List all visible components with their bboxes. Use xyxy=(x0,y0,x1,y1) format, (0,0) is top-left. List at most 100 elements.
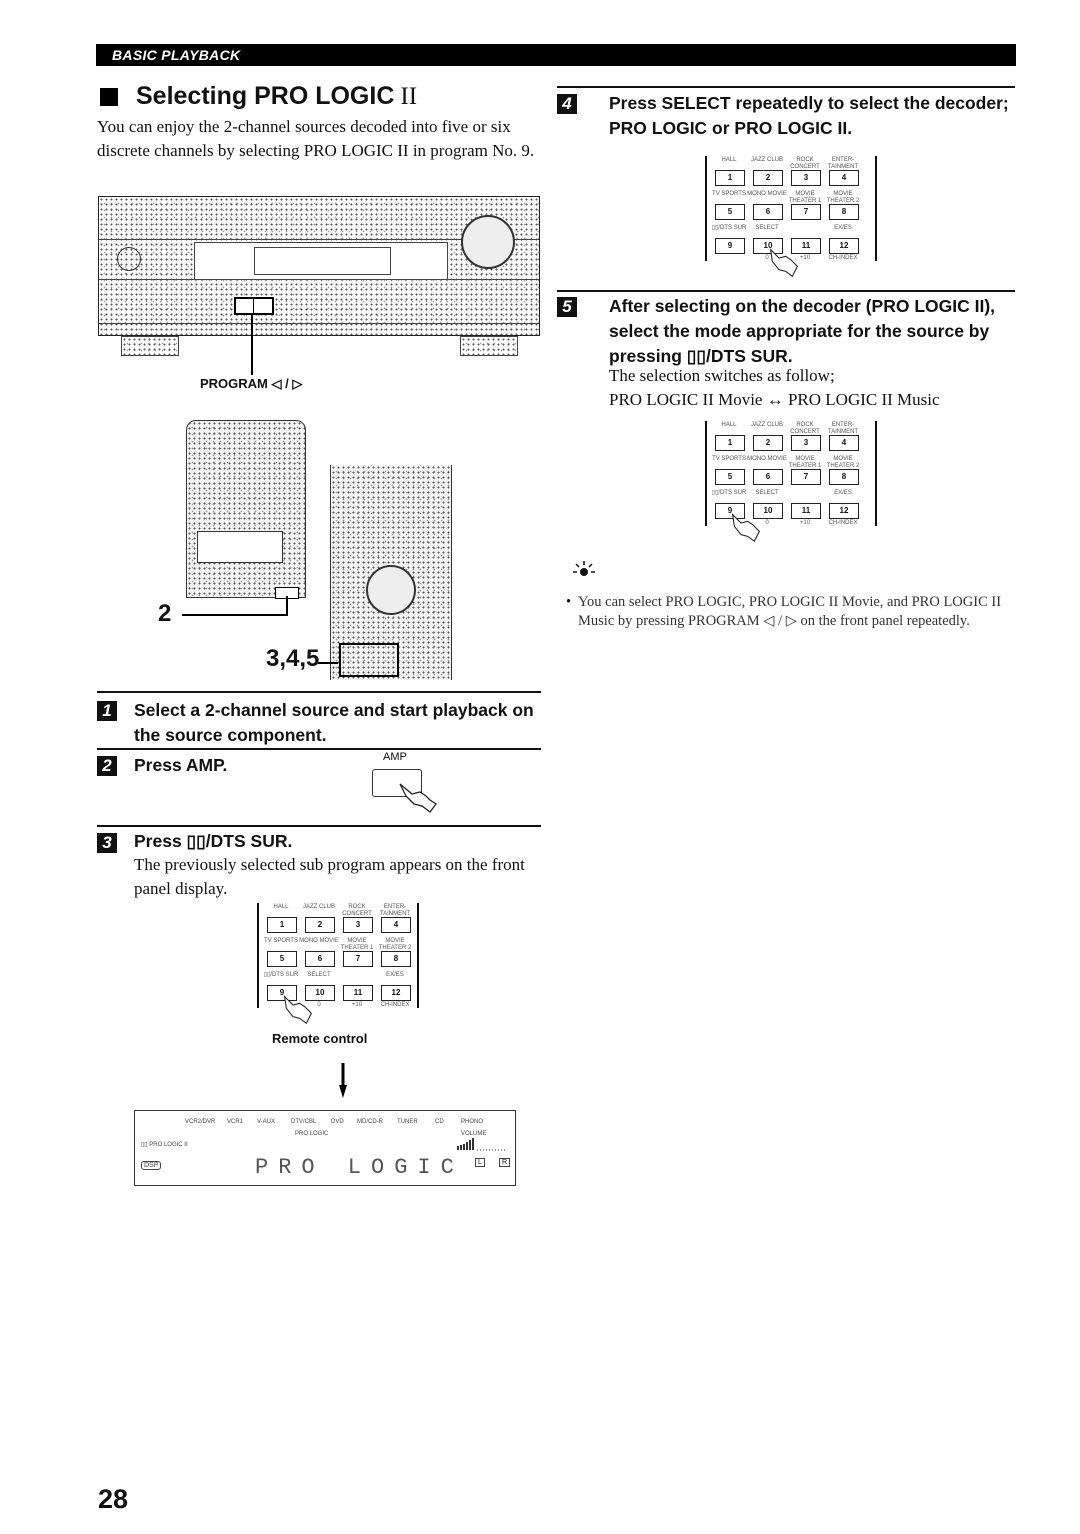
remote-caption: Remote control xyxy=(272,1031,368,1046)
intro-paragraph: You can enjoy the 2-channel sources deco… xyxy=(97,117,535,160)
callout-2-line-v xyxy=(286,596,288,616)
left-foot xyxy=(121,336,179,356)
key-label: SELECT xyxy=(755,490,779,496)
step-4-title: Press SELECT repeatedly to select the de… xyxy=(609,93,1009,138)
program-callout-line xyxy=(251,313,253,375)
right-foot xyxy=(460,336,518,356)
remote-bottom-illustration xyxy=(330,465,452,680)
step-3-rule xyxy=(97,825,541,827)
program-callout-label: PROGRAM ◁ / ▷ xyxy=(200,376,303,391)
keypad-key-5: 5 xyxy=(715,469,745,485)
keypad-key-7: 7 xyxy=(343,951,373,967)
program-button xyxy=(234,297,274,315)
keypad-key-1: 1 xyxy=(267,917,297,933)
keypad-key-12: 12 xyxy=(829,503,859,519)
step-5-rule xyxy=(557,290,1015,292)
step-5-title: After selecting on the decoder (PRO LOGI… xyxy=(609,296,996,366)
keypad-key-1: 1 xyxy=(715,170,745,186)
key-sublabel: CH-INDEX xyxy=(380,1002,410,1008)
step-1-rule xyxy=(97,691,541,693)
display-source-label: PHONO xyxy=(461,1119,484,1125)
step-2-rule xyxy=(97,748,541,750)
display-main-text: PRO LOGIC xyxy=(255,1155,464,1180)
keypad-key-1: 1 xyxy=(715,435,745,451)
keypad-key-5: 5 xyxy=(715,204,745,220)
display-source-label: VCR1 xyxy=(227,1119,244,1125)
keypad-border-right xyxy=(875,421,877,526)
keypad-key-8: 8 xyxy=(829,204,859,220)
keypad-key-6: 6 xyxy=(753,469,783,485)
key-label: ENTER-TAINMENT xyxy=(379,904,411,917)
keypad-key-12: 12 xyxy=(381,985,411,1001)
remote-keypad-step-3: HALL 1 JAZZ CLUB 2 ROCK CONCERT 3 ENTER-TAINME… xyxy=(257,903,419,1025)
section-header-bar: BASIC PLAYBACK xyxy=(96,44,1016,66)
step-5-body: The selection switches as follow; xyxy=(609,366,835,385)
remote-dpad xyxy=(366,565,416,615)
remote-keypad-step-4: HALL 1 JAZZ CLUB 2 ROCK CONCERT 3 ENTER-TAINME… xyxy=(705,156,877,278)
keypad-key-3: 3 xyxy=(791,170,821,186)
bullet-square-icon xyxy=(100,87,118,106)
hand-pointer-icon xyxy=(769,248,798,278)
key-label: EX/ES xyxy=(386,972,404,978)
keypad-key-5: 5 xyxy=(267,951,297,967)
keypad-key-7: 7 xyxy=(791,204,821,220)
key-label: ENTER-TAINMENT xyxy=(827,157,859,170)
power-knob xyxy=(117,247,141,271)
keypad-key-4: 4 xyxy=(829,435,859,451)
remote-highlight-box xyxy=(339,643,399,677)
keypad-key-4: 4 xyxy=(381,917,411,933)
remote-display xyxy=(197,531,283,563)
remote-top-illustration xyxy=(186,420,306,599)
keypad-key-6: 6 xyxy=(305,951,335,967)
front-display-lcd xyxy=(254,247,391,275)
page-title: Selecting PRO LOGIC II xyxy=(100,82,417,111)
volume-knob xyxy=(461,215,515,269)
step-4-rule xyxy=(557,86,1015,88)
keypad-key-3: 3 xyxy=(791,435,821,451)
step-5-body-2: PRO LOGIC II Movie ↔ PRO LOGIC II Music xyxy=(609,390,940,409)
arrow-down-icon xyxy=(339,1063,347,1098)
key-label: SELECT xyxy=(755,225,779,231)
front-panel-display: VCR2/DVR VCR1 V-AUX DTV/CBL DVD MD/CD-R TUNER C… xyxy=(134,1110,516,1186)
keypad-border-left xyxy=(705,156,707,261)
display-source-label: VCR2/DVR xyxy=(185,1119,216,1125)
key-sublabel: CH-INDEX xyxy=(828,520,858,526)
keypad-key-11: 11 xyxy=(343,985,373,1001)
volume-bars-icon xyxy=(457,1138,505,1151)
display-source-label: TUNER xyxy=(397,1119,418,1125)
keypad-key-12: 12 xyxy=(829,238,859,254)
hand-pointer-icon xyxy=(731,513,760,543)
key-label: EX/ES xyxy=(834,490,852,496)
keypad-key-2: 2 xyxy=(305,917,335,933)
display-source-label: V-AUX xyxy=(257,1119,276,1125)
hand-pointer-icon xyxy=(283,995,312,1025)
key-label: SELECT xyxy=(307,972,331,978)
keypad-key-9: 9 xyxy=(715,238,745,254)
callout-2-line-h xyxy=(182,614,287,616)
display-mode-indicator: PRO LOGIC xyxy=(295,1131,329,1137)
keypad-border-right xyxy=(875,156,877,261)
display-source-label: MD/CD-R xyxy=(357,1119,383,1125)
page-number: 28 xyxy=(98,1484,129,1514)
keypad-key-8: 8 xyxy=(381,951,411,967)
step-4-number: 4 xyxy=(557,94,577,114)
tip-item: • You can select PRO LOGIC, PRO LOGIC II… xyxy=(566,593,1016,631)
keypad-key-2: 2 xyxy=(753,435,783,451)
keypad-border-left xyxy=(705,421,707,526)
step-2-title: Press AMP. xyxy=(134,755,228,775)
display-source-label: DVD xyxy=(331,1119,344,1125)
key-label: MOVIE THEATER 2 xyxy=(378,938,412,951)
lightbulb-icon xyxy=(573,561,595,576)
callout-345-line xyxy=(318,662,338,664)
display-channel-l: L xyxy=(475,1158,485,1167)
keypad-key-3: 3 xyxy=(343,917,373,933)
step-3-body: The previously selected sub program appe… xyxy=(134,855,525,898)
keypad-key-8: 8 xyxy=(829,469,859,485)
key-label: ENTER-TAINMENT xyxy=(827,422,859,435)
key-sublabel: CH-INDEX xyxy=(828,255,858,261)
step-1-number: 1 xyxy=(97,701,117,721)
receiver-front-panel-illustration xyxy=(98,196,540,336)
display-left-indicator: ▯▯ PRO LOGIC II xyxy=(141,1142,188,1148)
page-title-text: Selecting PRO LOGIC xyxy=(136,82,395,110)
keypad-key-11: 11 xyxy=(791,503,821,519)
